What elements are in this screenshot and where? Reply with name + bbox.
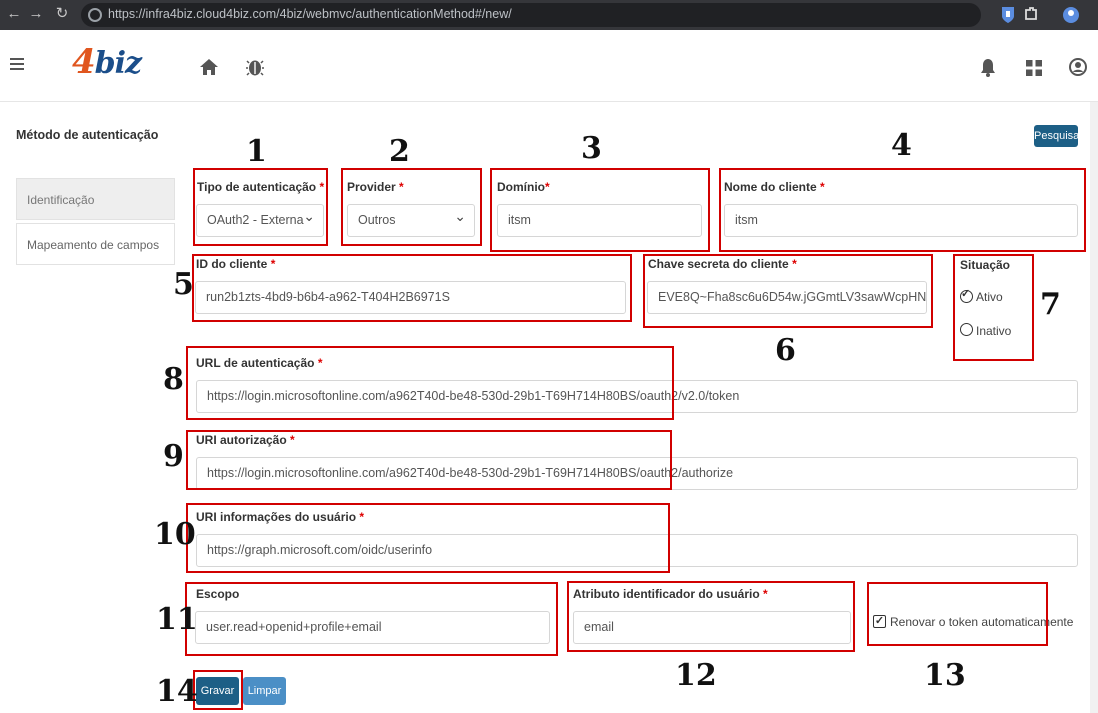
bug-icon[interactable] (246, 57, 264, 77)
scrollbar[interactable] (1090, 102, 1098, 713)
annotation-number-13: 13 (924, 658, 966, 693)
profile-avatar-icon[interactable] (1062, 5, 1080, 25)
url-text[interactable]: https://infra4biz.cloud4biz.com/4biz/web… (108, 7, 512, 21)
user-icon[interactable] (1069, 57, 1087, 77)
client-secret-input[interactable]: EVE8Q~Fha8sc6u6D54w.jGGmtLV3sawWcpHNWabl (647, 281, 927, 314)
annotation-number-12: 12 (675, 658, 717, 693)
scope-input[interactable]: user.read+openid+profile+email (195, 611, 550, 644)
annotation-number-2: 2 (389, 134, 410, 169)
auth-type-select[interactable]: OAuth2 - Externa (196, 204, 324, 237)
status-inactive-radio[interactable] (960, 323, 973, 336)
client-name-label: Nome do cliente * (724, 180, 825, 194)
apps-grid-icon[interactable] (1026, 60, 1042, 76)
status-active-radio[interactable] (960, 287, 973, 303)
app-header: 4biz (0, 30, 1098, 102)
status-inactive-label[interactable]: Inativo (976, 324, 1011, 338)
save-button[interactable]: Gravar (196, 677, 239, 705)
authorize-uri-label: URI autorização * (196, 433, 295, 447)
shield-extension-icon[interactable] (999, 5, 1017, 25)
status-active-label[interactable]: Ativo (976, 290, 1003, 304)
domain-label: Domínio* (497, 180, 550, 194)
address-bar[interactable]: https://infra4biz.cloud4biz.com/4biz/web… (81, 3, 981, 27)
annotation-number-14: 14 (156, 674, 198, 709)
annotation-number-11: 11 (156, 602, 198, 637)
reload-icon[interactable]: ↻ (52, 4, 72, 24)
auth-type-label: Tipo de autenticação * (197, 180, 325, 194)
auth-url-input[interactable]: https://login.microsoftonline.com/a962T4… (196, 380, 1078, 413)
annotation-box-13 (867, 582, 1048, 646)
userinfo-uri-label: URI informações do usuário * (196, 510, 365, 524)
annotation-number-4: 4 (891, 128, 912, 163)
scope-label: Escopo (196, 587, 240, 601)
client-secret-label: Chave secreta do cliente * (648, 257, 797, 271)
home-icon[interactable] (199, 58, 219, 76)
auto-renew-checkbox[interactable]: ✓ (873, 615, 886, 628)
bell-icon[interactable] (980, 58, 996, 78)
annotation-number-9: 9 (163, 439, 184, 474)
client-id-label: ID do cliente * (196, 257, 276, 271)
userinfo-uri-input[interactable]: https://graph.microsoft.com/oidc/userinf… (196, 534, 1078, 567)
annotation-number-1: 1 (246, 134, 267, 169)
site-info-icon[interactable] (88, 8, 102, 22)
user-id-attr-input[interactable]: email (573, 611, 851, 644)
provider-label: Provider * (347, 180, 404, 194)
menu-icon[interactable] (10, 58, 24, 70)
tab-mapeamento-campos[interactable]: Mapeamento de campos (16, 223, 175, 265)
clear-button[interactable]: Limpar (243, 677, 286, 705)
auto-renew-label[interactable]: Renovar o token automaticamente (890, 615, 1073, 629)
search-button[interactable]: Pesquisa (1034, 125, 1079, 147)
annotation-number-8: 8 (163, 362, 184, 397)
status-label: Situação (960, 258, 1011, 272)
authorize-uri-input[interactable]: https://login.microsoftonline.com/a962T4… (196, 457, 1078, 490)
tab-identificacao[interactable]: Identificação (16, 178, 175, 220)
back-icon[interactable]: ← (4, 4, 24, 24)
provider-select[interactable]: Outros (347, 204, 475, 237)
annotation-number-7: 7 (1040, 287, 1061, 322)
client-name-input[interactable]: itsm (724, 204, 1078, 237)
browser-toolbar: ← → ↻ https://infra4biz.cloud4biz.com/4b… (0, 0, 1098, 30)
annotation-number-5: 5 (173, 267, 194, 302)
user-id-attr-label: Atributo identificador do usuário * (573, 587, 768, 601)
page-title: Método de autenticação (16, 128, 159, 142)
forward-icon[interactable]: → (26, 4, 46, 24)
logo[interactable]: 4biz (72, 42, 142, 82)
annotation-number-3: 3 (581, 131, 602, 166)
auth-url-label: URL de autenticação * (196, 356, 323, 370)
puzzle-extension-icon[interactable] (1022, 5, 1040, 25)
annotation-number-10: 10 (154, 517, 196, 552)
domain-input[interactable]: itsm (497, 204, 702, 237)
annotation-number-6: 6 (775, 333, 796, 368)
client-id-input[interactable]: run2b1zts-4bd9-b6b4-a962-T404H2B6971S (195, 281, 626, 314)
